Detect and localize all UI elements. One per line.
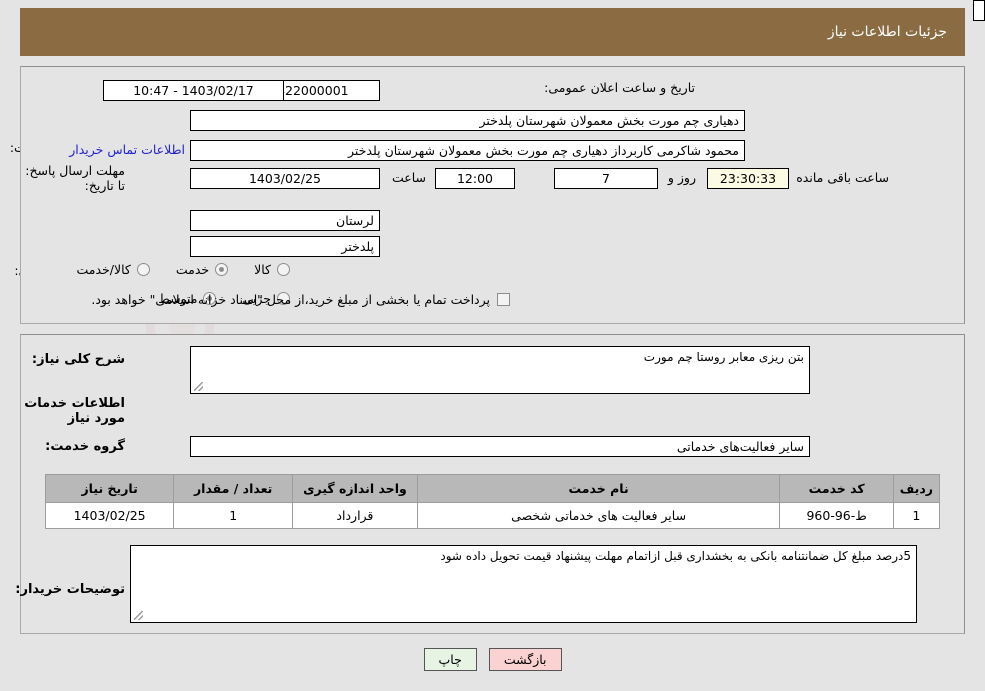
deadline-time-value: 12:00: [435, 168, 515, 189]
col-code: کد خدمت: [779, 474, 894, 503]
services-table: ردیف کد خدمت نام خدمت واحد اندازه گیری ت…: [44, 474, 941, 529]
treasury-bond-checkbox-row[interactable]: پرداخت تمام یا بخشی از مبلغ خرید،از محل …: [91, 292, 510, 307]
deadline-label: مهلت ارسال پاسخ: تا تاریخ:: [25, 163, 125, 193]
category-option-label: کالا: [254, 262, 271, 277]
page-root: AnaTender.net جزئیات اطلاعات نیاز شماره …: [0, 0, 985, 691]
service-group-label: گروه خدمت:: [45, 439, 125, 454]
requester-value: محمود شاکرمی کاربرداز دهیاری چم مورت بخش…: [190, 140, 745, 161]
services-section-title: اطلاعات خدمات مورد نیاز: [24, 396, 125, 426]
deadline-date-value: 1403/02/25: [190, 168, 380, 189]
category-option-khedmat[interactable]: خدمت: [175, 262, 229, 277]
table-row: 1 ط-96-960 سایر فعالیت های خدماتی شخصی ق…: [44, 502, 941, 529]
radio-icon[interactable]: [215, 263, 229, 276]
radio-icon[interactable]: [277, 263, 290, 276]
col-name: نام خدمت: [416, 474, 781, 503]
city-value: پلدختر: [190, 236, 380, 257]
cell-name: سایر فعالیت های خدماتی شخصی: [416, 502, 781, 529]
category-option-kala-khedmat[interactable]: کالا/خدمت: [76, 262, 150, 277]
announce-datetime-label-wrap: تاریخ و ساعت اعلان عمومی:: [544, 80, 695, 95]
radio-icon[interactable]: [136, 263, 150, 276]
cell-needdate: 1403/02/25: [44, 502, 175, 529]
cell-index: 1: [892, 502, 941, 529]
page-title: جزئیات اطلاعات نیاز: [827, 24, 947, 40]
col-index: ردیف: [892, 474, 941, 503]
deadline-days-label: روز و: [667, 170, 696, 185]
announce-datetime-label: تاریخ و ساعت اعلان عمومی:: [544, 80, 695, 95]
service-group-value: سایر فعالیت‌های خدماتی: [190, 436, 810, 457]
cell-quantity: 1: [173, 502, 294, 529]
category-option-label: خدمت: [175, 262, 210, 277]
buyer-notes-label: توضیحات خریدار:: [15, 582, 125, 597]
need-info-panel: [20, 66, 965, 324]
buyer-org-value: دهیاری چم مورت بخش معمولان شهرستان پلدخت…: [190, 110, 745, 131]
deadline-hour-label: ساعت: [391, 170, 426, 185]
deadline-countdown-value: 23:30:33: [707, 168, 789, 189]
buyer-contact-link[interactable]: اطلاعات تماس خریدار: [69, 142, 185, 157]
print-button[interactable]: چاپ: [423, 648, 477, 671]
announce-datetime-value: 1403/02/17 - 10:47: [103, 80, 284, 101]
category-option-label: کالا/خدمت: [76, 262, 131, 277]
category-options: کالا خدمت کالا/خدمت: [50, 262, 290, 277]
treasury-bond-label: پرداخت تمام یا بخشی از مبلغ خرید،از محل …: [91, 292, 490, 307]
back-button[interactable]: بازگشت: [488, 648, 562, 671]
buyer-notes-value[interactable]: 5درصد مبلغ کل ضمانتنامه بانکی به بخشداری…: [130, 545, 917, 623]
table-header-row: ردیف کد خدمت نام خدمت واحد اندازه گیری ت…: [44, 474, 941, 503]
deadline-days-value: 7: [554, 168, 658, 189]
col-unit: واحد اندازه گیری: [292, 474, 418, 503]
cell-code: ط-96-960: [779, 502, 894, 529]
col-quantity: تعداد / مقدار: [173, 474, 294, 503]
cell-unit: قرارداد: [292, 502, 418, 529]
province-value: لرستان: [190, 210, 380, 231]
deadline-label-wrap: مهلت ارسال پاسخ: تا تاریخ:: [20, 163, 125, 193]
page-title-bar: جزئیات اطلاعات نیاز: [20, 8, 965, 56]
footer-buttons: بازگشت چاپ: [0, 648, 985, 671]
category-option-kala[interactable]: کالا: [254, 262, 290, 277]
general-desc-value[interactable]: بتن ریزی معابر روستا چم مورت: [190, 346, 810, 394]
checkbox-icon[interactable]: [497, 293, 510, 306]
deadline-remaining-label: ساعت باقی مانده: [796, 170, 889, 185]
col-needdate: تاریخ نیاز: [44, 474, 175, 503]
general-desc-label: شرح کلی نیاز:: [31, 352, 125, 367]
